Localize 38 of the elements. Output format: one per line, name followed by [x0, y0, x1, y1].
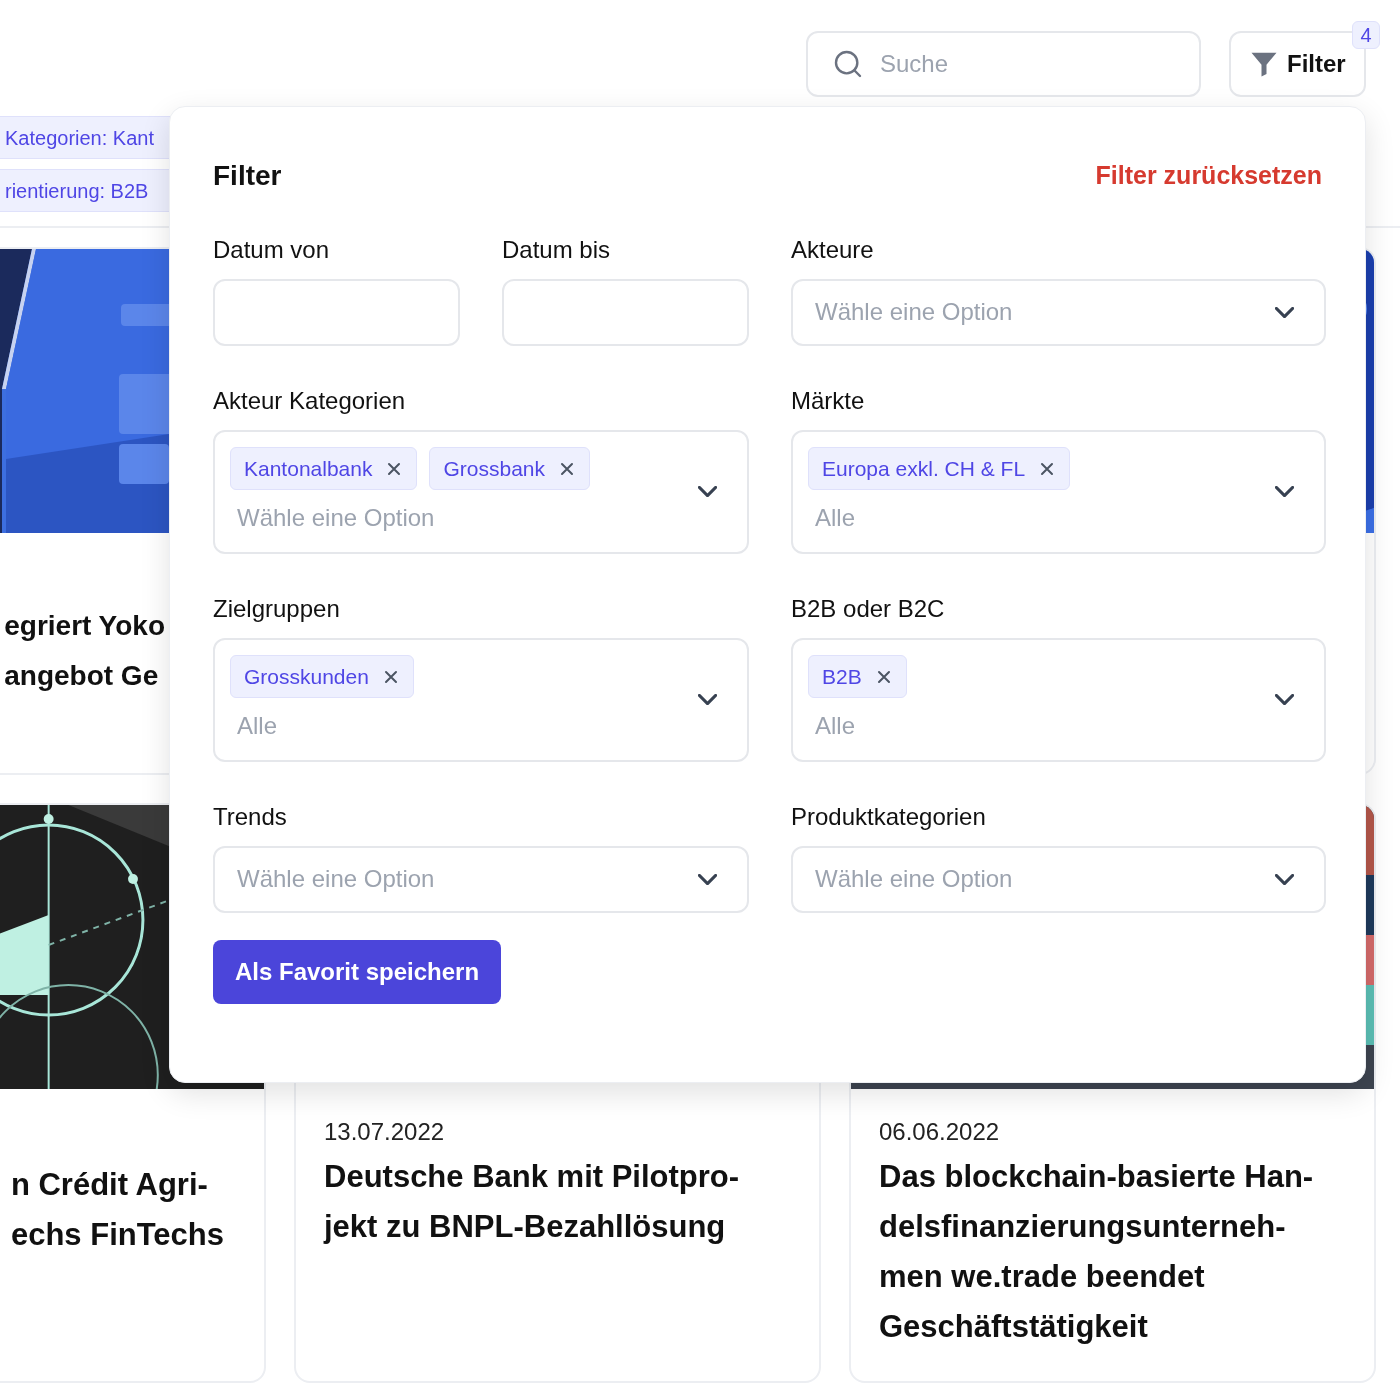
card-date: 13.07.2022: [324, 1117, 446, 1147]
reset-link[interactable]: Filter zurücksetzen: [1095, 157, 1322, 195]
search-input[interactable]: Suche: [880, 46, 1175, 82]
chevron-down-icon: [1275, 486, 1294, 497]
placeholder-text: Alle: [814, 503, 856, 533]
selected-tag[interactable]: Europa exkl. CH & FL: [808, 447, 1071, 490]
chevron-down-icon: [698, 486, 717, 497]
field-label: B2B oder B2C: [791, 593, 946, 624]
placeholder-text: Alle: [814, 711, 856, 741]
save-favorite-button[interactable]: Als Favorit speichern: [213, 939, 502, 1004]
card-title[interactable]: n Crédit Agri- echs FinTechs: [10, 1160, 224, 1260]
card-title[interactable]: egriert Yoko angebot Ge: [4, 601, 165, 701]
selected-tag[interactable]: Kantonalbank: [230, 447, 418, 490]
count-badge: 4: [1352, 21, 1380, 49]
search-field[interactable]: Suche: [806, 31, 1201, 97]
selected-tag[interactable]: Grossbank: [429, 447, 590, 490]
chevron-down-icon: [1275, 873, 1294, 885]
search-icon: [832, 48, 864, 80]
field-label: Akteure: [791, 234, 875, 265]
date-field[interactable]: [213, 278, 460, 346]
chevron-down-icon: [1275, 306, 1294, 318]
placeholder-text: Wähle eine Option: [815, 297, 1013, 327]
multi-select-field[interactable]: B2B Alle: [791, 637, 1326, 762]
field-label: Datum bis: [502, 234, 612, 265]
selected-tag[interactable]: B2B: [808, 655, 907, 698]
chevron-down-icon: [698, 873, 717, 885]
card-title[interactable]: Deutsche Bank mit Pilotpro- jekt zu BNPL-Bezahllösung: [324, 1152, 791, 1252]
selected-tag[interactable]: Grosskunden: [230, 655, 414, 698]
chevron-down-icon: [698, 694, 717, 705]
multi-select-field[interactable]: Kantonalbank Grossbank Wähle eine Option: [213, 429, 749, 554]
panel-title: Filter: [213, 160, 282, 191]
card-title[interactable]: Das blockchain-basierte Han- delsfinanzierungsunterneh- men we.trade beendet Geschäftstätigkeit: [879, 1152, 1346, 1352]
multi-select-field[interactable]: Grosskunden Alle: [213, 637, 749, 762]
field-label: Märkte: [791, 385, 866, 416]
chevron-down-icon: [1275, 694, 1294, 705]
card-date: 06.06.2022: [879, 1117, 1001, 1147]
multi-select-field[interactable]: Europa exkl. CH & FL Alle: [791, 429, 1326, 554]
date-field[interactable]: [502, 278, 749, 346]
